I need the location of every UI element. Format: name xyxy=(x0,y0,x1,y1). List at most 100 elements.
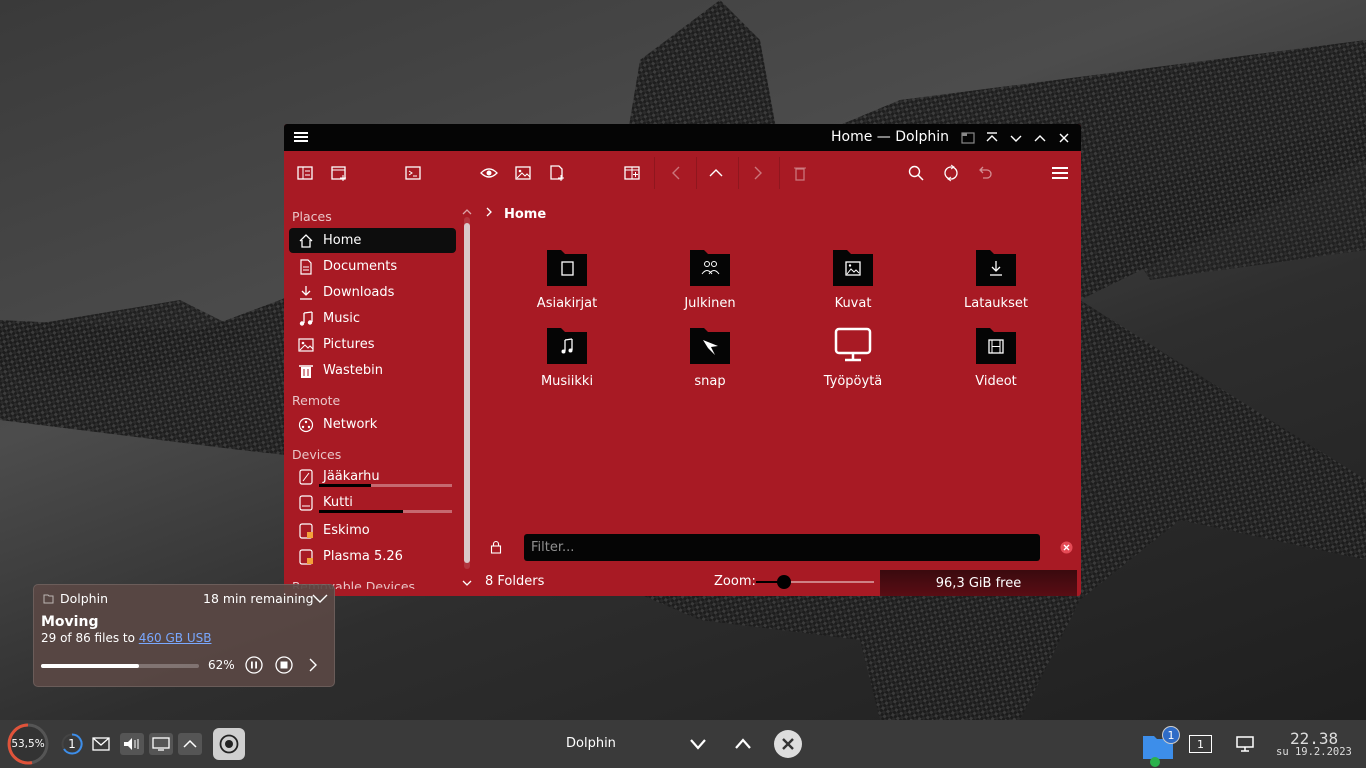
music-icon xyxy=(297,310,315,328)
network-icon xyxy=(297,416,315,434)
close-icon[interactable] xyxy=(1055,129,1073,147)
folder-item[interactable]: Lataukset xyxy=(941,244,1051,311)
sidebar-item-music[interactable]: Music xyxy=(289,306,456,331)
preview-icon[interactable] xyxy=(477,161,501,185)
cpu-monitor[interactable]: 53,5% xyxy=(6,722,50,766)
lock-icon[interactable] xyxy=(490,540,502,558)
image-icon[interactable] xyxy=(511,161,535,185)
notification-target-link[interactable]: 460 GB USB xyxy=(139,631,212,645)
volume-icon[interactable] xyxy=(120,733,144,755)
keep-above-icon[interactable] xyxy=(983,129,1001,147)
back-icon[interactable] xyxy=(664,161,688,185)
display-icon[interactable] xyxy=(149,733,173,755)
minimize-task-icon[interactable] xyxy=(687,734,709,754)
mail-icon[interactable] xyxy=(91,734,111,754)
close-task-icon[interactable] xyxy=(774,730,802,758)
show-desktop-icon[interactable] xyxy=(1234,734,1256,754)
sidebar-item-label: Documents xyxy=(323,259,398,274)
cpu-value: 53,5% xyxy=(11,738,45,750)
sidebar-scrollbar[interactable] xyxy=(464,217,470,569)
pause-icon[interactable] xyxy=(245,656,263,678)
split-view-icon[interactable] xyxy=(620,161,644,185)
new-file-icon[interactable] xyxy=(545,161,569,185)
maximize-task-icon[interactable] xyxy=(732,734,754,754)
folder-count: 8 Folders xyxy=(485,574,545,589)
view-mode-icon[interactable] xyxy=(293,161,317,185)
sidebar-item-downloads[interactable]: Downloads xyxy=(289,280,456,305)
job-count-indicator[interactable]: 1 xyxy=(61,733,83,755)
notification-detail: 29 of 86 files to xyxy=(41,631,135,645)
toolbar-separator xyxy=(696,157,697,189)
sidebar-item-label: Music xyxy=(323,311,360,326)
reload-icon[interactable] xyxy=(939,161,963,185)
sidebar-item-wastebin[interactable]: Wastebin xyxy=(289,358,456,383)
task-title[interactable]: Dolphin xyxy=(566,736,616,751)
toolbar-separator xyxy=(654,157,655,189)
sidebar-item-label: Pictures xyxy=(323,337,375,352)
minimize-icon[interactable] xyxy=(1007,129,1025,147)
chevron-right-icon[interactable] xyxy=(484,206,494,222)
zoom-slider-handle[interactable] xyxy=(777,575,792,589)
notification-detail-line: 29 of 86 files to 460 GB USB xyxy=(41,631,211,645)
virtual-desktop-pager[interactable]: 1 xyxy=(1189,735,1212,753)
record-icon[interactable] xyxy=(213,728,245,760)
job-count: 1 xyxy=(68,737,76,751)
maximize-icon[interactable] xyxy=(1031,129,1049,147)
folder-item[interactable]: Julkinen xyxy=(655,244,765,311)
drive-icon xyxy=(297,494,315,512)
remote-header: Remote xyxy=(292,393,341,408)
sidebar-item-documents[interactable]: Documents xyxy=(289,254,456,279)
downloads-icon xyxy=(297,284,315,302)
sidebar-item-pictures[interactable]: Pictures xyxy=(289,332,456,357)
dolphin-task-button[interactable]: 1 xyxy=(1140,726,1180,767)
zoom-slider[interactable] xyxy=(756,575,874,589)
scroll-up-icon[interactable] xyxy=(462,206,472,216)
folder-name: snap xyxy=(694,374,726,389)
folder-item[interactable]: Kuvat xyxy=(798,244,908,311)
documents-icon xyxy=(297,258,315,276)
status-bar: 8 Folders Zoom: 96,3 GiB free xyxy=(284,570,1081,596)
folder-item[interactable]: Työpöytä xyxy=(798,322,908,389)
tab-icon[interactable] xyxy=(959,129,977,147)
delete-icon[interactable] xyxy=(788,161,812,185)
clear-filter-icon[interactable] xyxy=(1060,541,1073,558)
device-usage-bar xyxy=(319,484,452,487)
drive-icon xyxy=(297,468,315,486)
undo-icon[interactable] xyxy=(973,161,997,185)
job-progress-bar xyxy=(41,664,199,668)
stop-icon[interactable] xyxy=(275,656,293,678)
active-indicator xyxy=(1150,757,1160,767)
details-chevron-icon[interactable] xyxy=(307,657,319,677)
folder-name: Kuvat xyxy=(834,296,872,311)
new-window-icon[interactable] xyxy=(327,161,351,185)
search-icon[interactable] xyxy=(904,161,928,185)
notification-remaining: 18 min remaining xyxy=(203,591,314,606)
desktop-icon xyxy=(830,322,876,368)
folder-item[interactable]: Musiikki xyxy=(512,322,622,389)
sidebar-item-network[interactable]: Network xyxy=(289,412,456,437)
folder-public-icon xyxy=(687,244,733,290)
folder-item[interactable]: snap xyxy=(655,322,765,389)
tray-expand-icon[interactable] xyxy=(178,733,202,755)
toolbar xyxy=(284,151,1081,195)
filter-input[interactable] xyxy=(524,534,1040,561)
notification-app-name: Dolphin xyxy=(60,591,108,606)
folder-name: Lataukset xyxy=(964,296,1028,311)
folder-item[interactable]: Videot xyxy=(941,322,1051,389)
devices-header: Devices xyxy=(292,447,342,462)
toolbar-separator xyxy=(738,157,739,189)
hamburger-menu-icon[interactable] xyxy=(1048,161,1072,185)
collapse-icon[interactable] xyxy=(312,593,328,609)
forward-icon[interactable] xyxy=(746,161,770,185)
free-space-indicator[interactable]: 96,3 GiB free xyxy=(880,570,1077,596)
pictures-icon xyxy=(297,336,315,354)
sidebar-item-home[interactable]: Home xyxy=(289,228,456,253)
sidebar-item-label: Jääkarhu xyxy=(323,469,380,484)
window-menu-icon[interactable] xyxy=(294,130,308,144)
sidebar-item-label: Home xyxy=(323,233,362,248)
terminal-icon[interactable] xyxy=(401,161,425,185)
breadcrumb-home[interactable]: Home xyxy=(504,207,546,222)
up-icon[interactable] xyxy=(704,161,728,185)
free-space-text: 96,3 GiB free xyxy=(935,575,1022,591)
folder-item[interactable]: Asiakirjat xyxy=(512,244,622,311)
